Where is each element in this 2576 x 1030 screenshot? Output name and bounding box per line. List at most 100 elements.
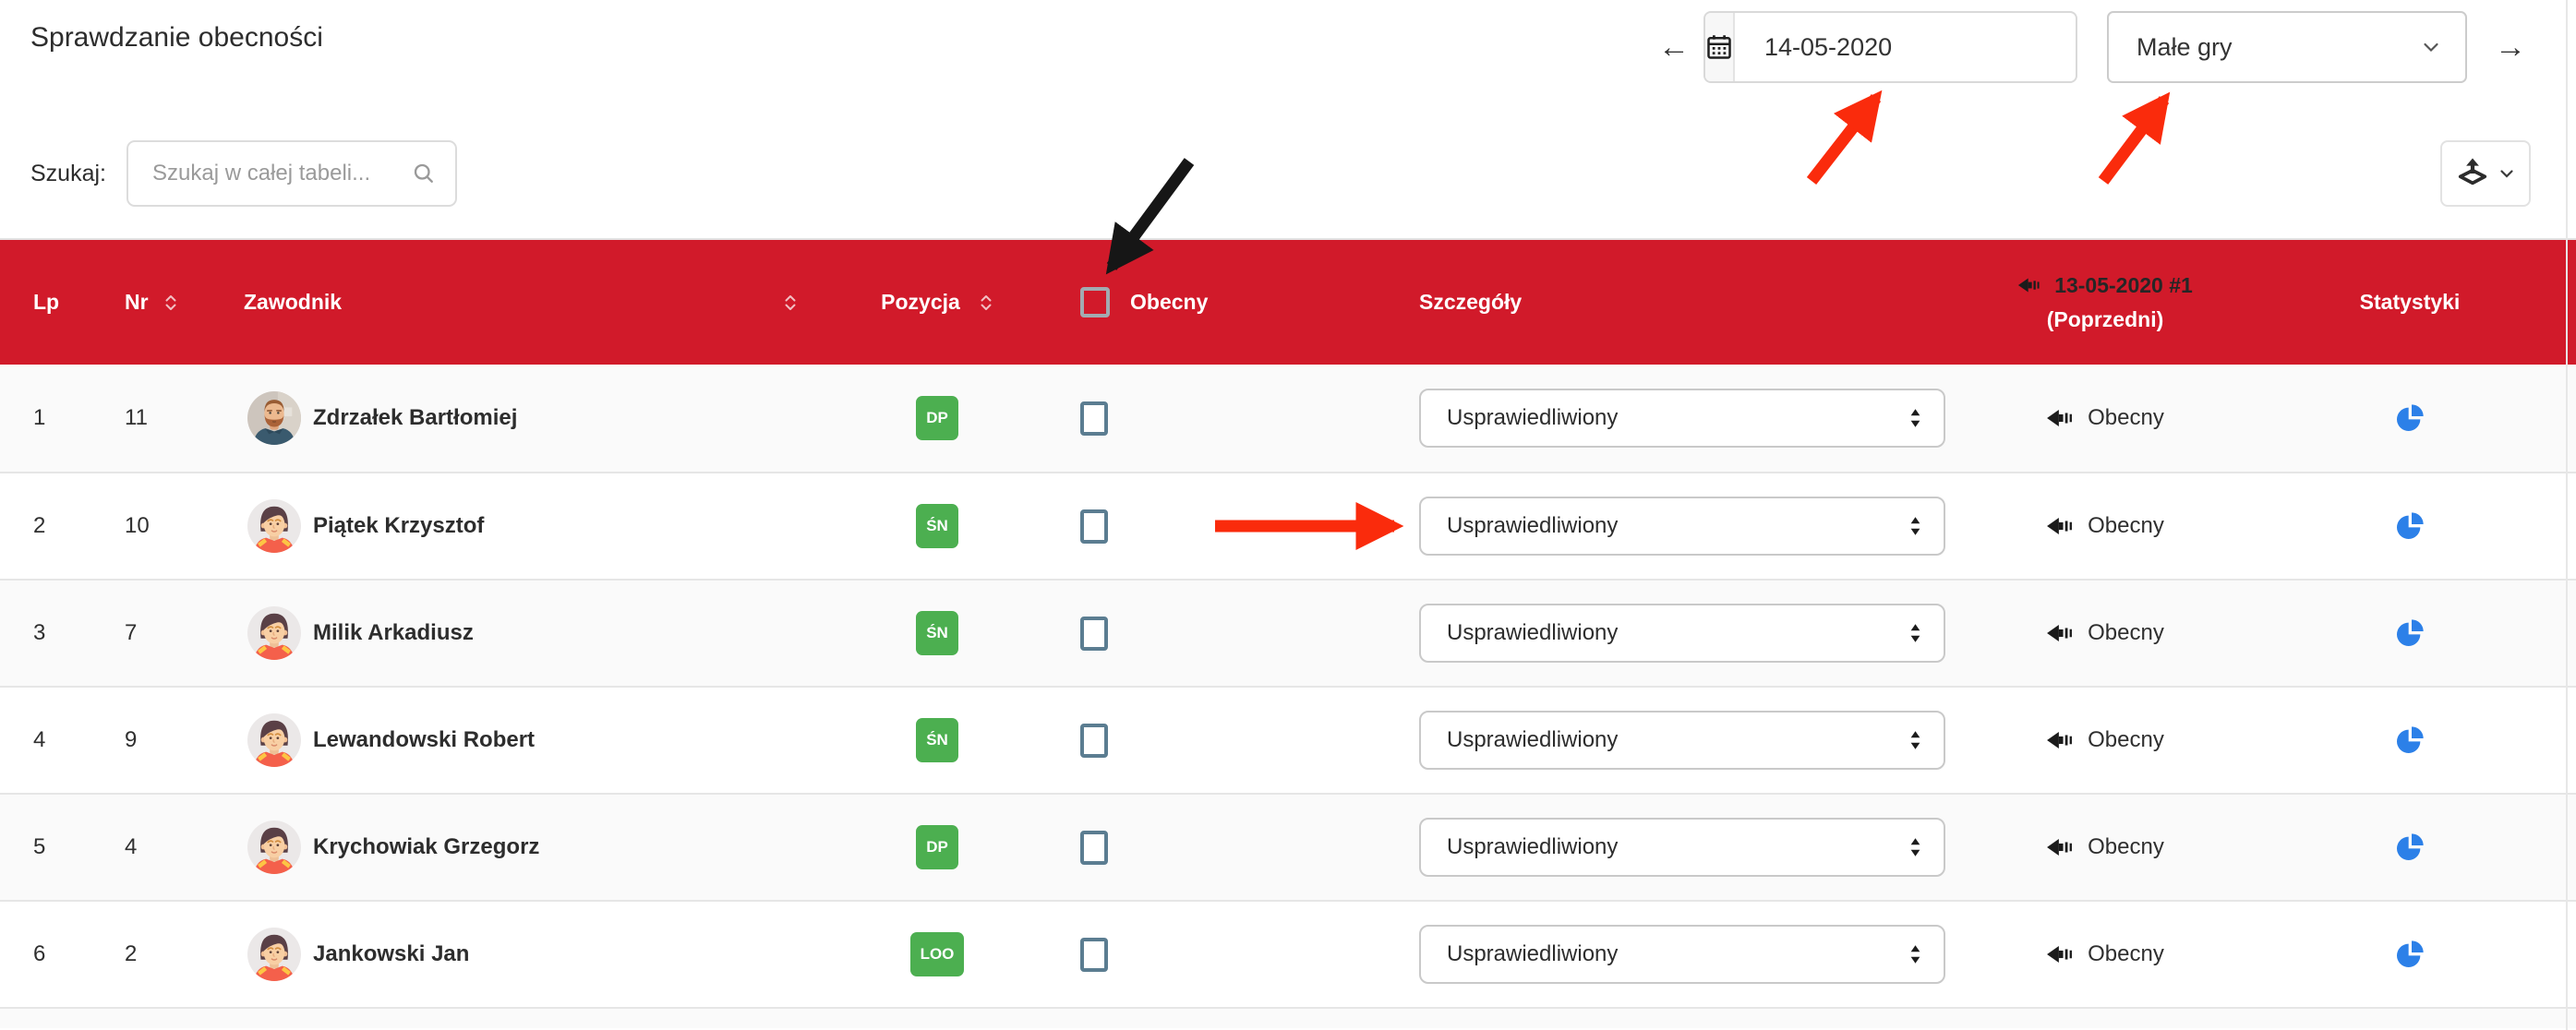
details-select[interactable]: Usprawiedliwiony [1419, 818, 1945, 877]
table-row: 3 7 [0, 579, 2576, 686]
previous-status-cell: Obecny [1967, 795, 2244, 900]
column-header-nr[interactable]: Nr [97, 240, 222, 365]
select-all-checkbox[interactable] [1080, 287, 1110, 317]
position-badge: ŚN [916, 718, 958, 762]
export-button[interactable] [2440, 140, 2531, 207]
details-select-value: Usprawiedliwiony [1447, 941, 1618, 967]
previous-status-cell: Obecny [1967, 365, 2244, 472]
prev-date-arrow[interactable]: ← [1658, 31, 1690, 63]
present-checkbox[interactable] [1080, 401, 1108, 436]
previous-date-link[interactable]: 13-05-2020 #1 [2054, 273, 2193, 298]
position-badge: ŚN [916, 611, 958, 655]
details-select-value: Usprawiedliwiony [1447, 405, 1618, 431]
player-name: Lewandowski Robert [313, 727, 535, 753]
details-select-value: Usprawiedliwiony [1447, 513, 1618, 539]
details-select[interactable]: Usprawiedliwiony [1419, 711, 1945, 770]
column-header-stats: Statystyki [2244, 240, 2576, 365]
player-avatar [247, 928, 301, 981]
stats-pie-icon[interactable] [2395, 618, 2425, 648]
player-number-cell: 4 [97, 795, 222, 900]
previous-status-icon [2046, 406, 2076, 430]
player-number-cell: 7 [97, 581, 222, 686]
stats-cell [2244, 365, 2576, 472]
present-checkbox[interactable] [1080, 617, 1108, 651]
table-row: 6 2 [0, 900, 2576, 1007]
row-index-cell: 2 [0, 473, 97, 579]
details-select[interactable]: Usprawiedliwiony [1419, 604, 1945, 663]
present-checkbox[interactable] [1080, 724, 1108, 758]
details-select-value: Usprawiedliwiony [1447, 727, 1618, 753]
position-cell: DP [831, 795, 1043, 900]
export-icon [2456, 157, 2489, 190]
search-label: Szukaj: [30, 161, 106, 187]
details-cell: Usprawiedliwiony [1320, 365, 1967, 472]
row-index-cell: 3 [0, 581, 97, 686]
next-date-arrow[interactable]: → [2495, 31, 2526, 63]
previous-status-cell: Obecny [1967, 581, 2244, 686]
event-type-value: Małe gry [2137, 33, 2233, 62]
previous-status-icon [2046, 835, 2076, 859]
column-header-present: Obecny [1043, 240, 1320, 365]
details-select[interactable]: Usprawiedliwiony [1419, 925, 1945, 984]
player-avatar [247, 820, 301, 874]
column-header-player[interactable]: Zawodnik [222, 240, 831, 365]
stats-pie-icon[interactable] [2395, 832, 2425, 862]
previous-status: Obecny [2088, 620, 2164, 646]
present-checkbox[interactable] [1080, 831, 1108, 865]
table-body: 1 11 [0, 365, 2576, 1007]
select-updown-icon [1909, 944, 1921, 964]
present-cell [1043, 688, 1320, 793]
column-header-lp: Lp [0, 240, 97, 365]
stats-pie-icon[interactable] [2395, 725, 2425, 755]
column-header-position[interactable]: Pozycja [831, 240, 1043, 365]
previous-status-icon [2046, 942, 2076, 966]
player-name: Zdrzałek Bartłomiej [313, 405, 517, 431]
select-updown-icon [1909, 730, 1921, 750]
stats-pie-icon[interactable] [2395, 511, 2425, 541]
page-title: Sprawdzanie obecności [30, 22, 323, 54]
date-picker[interactable] [1703, 11, 2077, 83]
present-checkbox[interactable] [1080, 938, 1108, 972]
next-row-strip [0, 1007, 2576, 1028]
player-name: Jankowski Jan [313, 941, 469, 967]
sort-icon[interactable] [163, 292, 178, 314]
annotation-arrow-date [1812, 98, 1876, 181]
event-type-select[interactable]: Małe gry [2107, 11, 2467, 83]
stats-cell [2244, 473, 2576, 579]
present-cell [1043, 365, 1320, 472]
position-cell: DP [831, 365, 1043, 472]
attendance-table: Lp Nr Zawodnik Pozycja Obecny [0, 238, 2576, 1028]
stats-cell [2244, 902, 2576, 1007]
chevron-down-icon [2421, 37, 2441, 57]
player-number-cell: 9 [97, 688, 222, 793]
previous-status-cell: Obecny [1967, 473, 2244, 579]
table-row: 1 11 [0, 365, 2576, 472]
sort-icon[interactable] [783, 292, 798, 314]
stats-pie-icon[interactable] [2395, 940, 2425, 969]
present-checkbox[interactable] [1080, 509, 1108, 544]
previous-status-icon [2046, 621, 2076, 645]
stats-cell [2244, 581, 2576, 686]
previous-status: Obecny [2088, 941, 2164, 967]
details-select[interactable]: Usprawiedliwiony [1419, 497, 1945, 556]
player-cell: Krychowiak Grzegorz [222, 795, 831, 900]
stats-pie-icon[interactable] [2395, 403, 2425, 433]
player-cell: Lewandowski Robert [222, 688, 831, 793]
position-cell: ŚN [831, 581, 1043, 686]
calendar-icon[interactable] [1705, 13, 1735, 81]
table-row: 2 10 [0, 472, 2576, 579]
search-input[interactable] [152, 161, 411, 186]
player-avatar [247, 391, 301, 445]
row-index-cell: 5 [0, 795, 97, 900]
search-icon [411, 161, 437, 186]
details-select-value: Usprawiedliwiony [1447, 620, 1618, 646]
previous-status: Obecny [2088, 727, 2164, 753]
details-select[interactable]: Usprawiedliwiony [1419, 389, 1945, 448]
sort-icon[interactable] [979, 292, 993, 314]
table-row: 4 9 [0, 686, 2576, 793]
player-name: Milik Arkadiusz [313, 620, 474, 646]
search-field[interactable] [126, 140, 457, 207]
details-cell: Usprawiedliwiony [1320, 902, 1967, 1007]
previous-status-icon [2046, 728, 2076, 752]
date-input[interactable] [1735, 13, 2077, 81]
